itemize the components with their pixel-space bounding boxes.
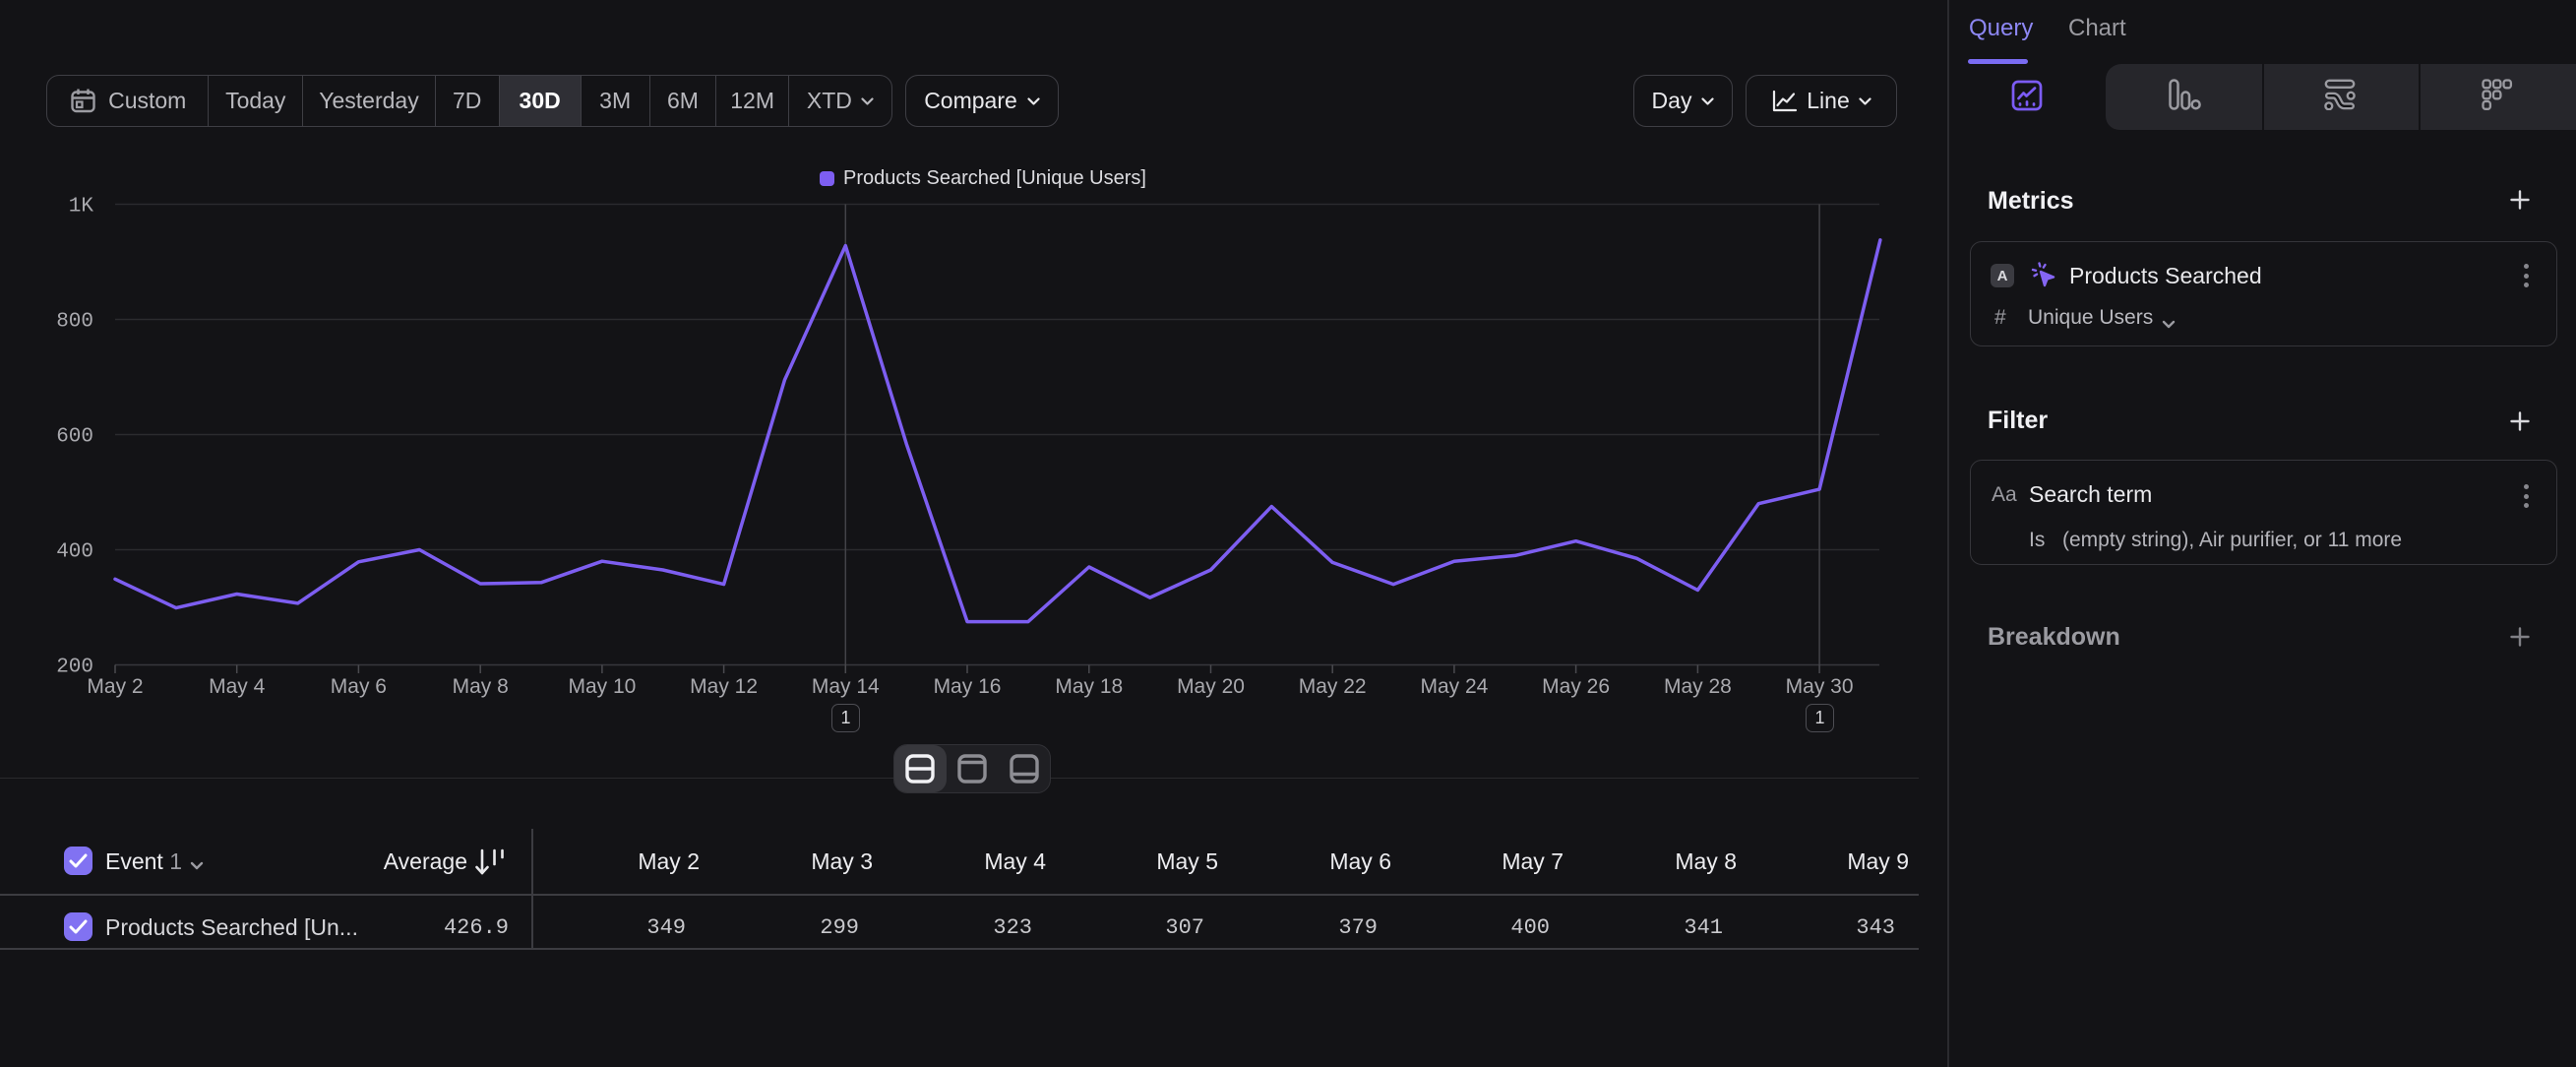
svg-text:May 18: May 18 <box>1055 675 1123 698</box>
svg-text:May 14: May 14 <box>812 675 880 698</box>
svg-text:May 6: May 6 <box>331 675 387 698</box>
svg-text:May 30: May 30 <box>1786 675 1854 698</box>
svg-text:1K: 1K <box>69 196 94 219</box>
svg-text:May 24: May 24 <box>1420 675 1488 698</box>
svg-text:May 26: May 26 <box>1542 675 1610 698</box>
svg-text:May 20: May 20 <box>1177 675 1245 698</box>
svg-text:May 10: May 10 <box>568 675 636 698</box>
svg-text:600: 600 <box>56 426 93 449</box>
svg-text:May 28: May 28 <box>1664 675 1732 698</box>
svg-text:May 22: May 22 <box>1299 675 1367 698</box>
svg-text:May 16: May 16 <box>934 675 1002 698</box>
svg-text:400: 400 <box>56 541 93 564</box>
svg-text:May 12: May 12 <box>690 675 758 698</box>
svg-text:May 4: May 4 <box>209 675 266 698</box>
svg-text:800: 800 <box>56 311 93 334</box>
svg-text:May 2: May 2 <box>87 675 143 698</box>
svg-text:May 8: May 8 <box>453 675 509 698</box>
